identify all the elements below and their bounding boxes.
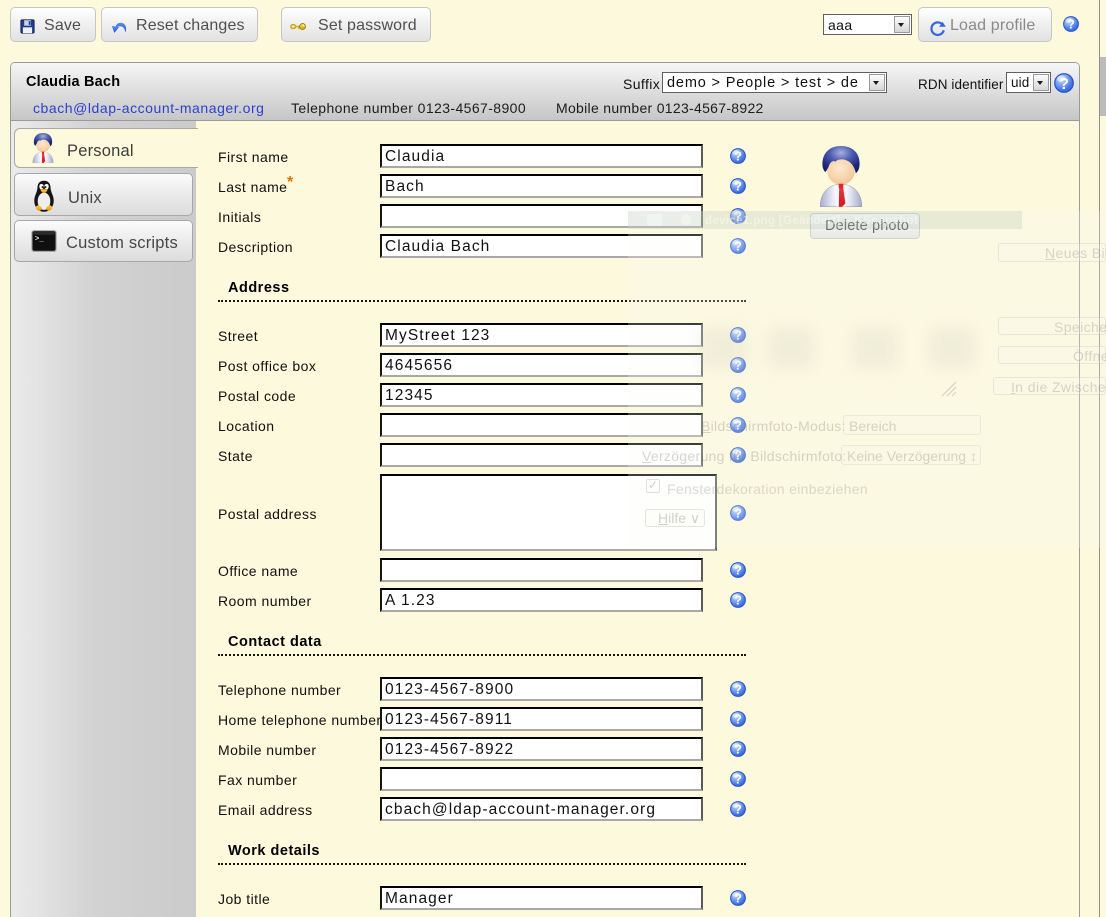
svg-text:?: ?	[734, 564, 742, 578]
svg-text:?: ?	[734, 150, 742, 164]
svg-text:>_: >_	[35, 236, 44, 244]
svg-text:?: ?	[734, 594, 742, 608]
svg-text:?: ?	[734, 389, 742, 403]
svg-text:?: ?	[734, 329, 742, 343]
svg-text:?: ?	[734, 892, 742, 906]
svg-text:?: ?	[734, 180, 742, 194]
svg-text:?: ?	[734, 449, 742, 463]
svg-text:?: ?	[734, 359, 742, 373]
svg-text:?: ?	[734, 743, 742, 757]
svg-text:?: ?	[734, 773, 742, 787]
svg-text:?: ?	[1059, 76, 1069, 93]
svg-text:?: ?	[734, 713, 742, 727]
svg-text:?: ?	[734, 210, 742, 224]
svg-text:?: ?	[1067, 18, 1075, 32]
svg-text:?: ?	[734, 419, 742, 433]
svg-text:?: ?	[734, 683, 742, 697]
svg-text:?: ?	[734, 240, 742, 254]
svg-text:?: ?	[734, 507, 742, 521]
svg-text:?: ?	[734, 803, 742, 817]
